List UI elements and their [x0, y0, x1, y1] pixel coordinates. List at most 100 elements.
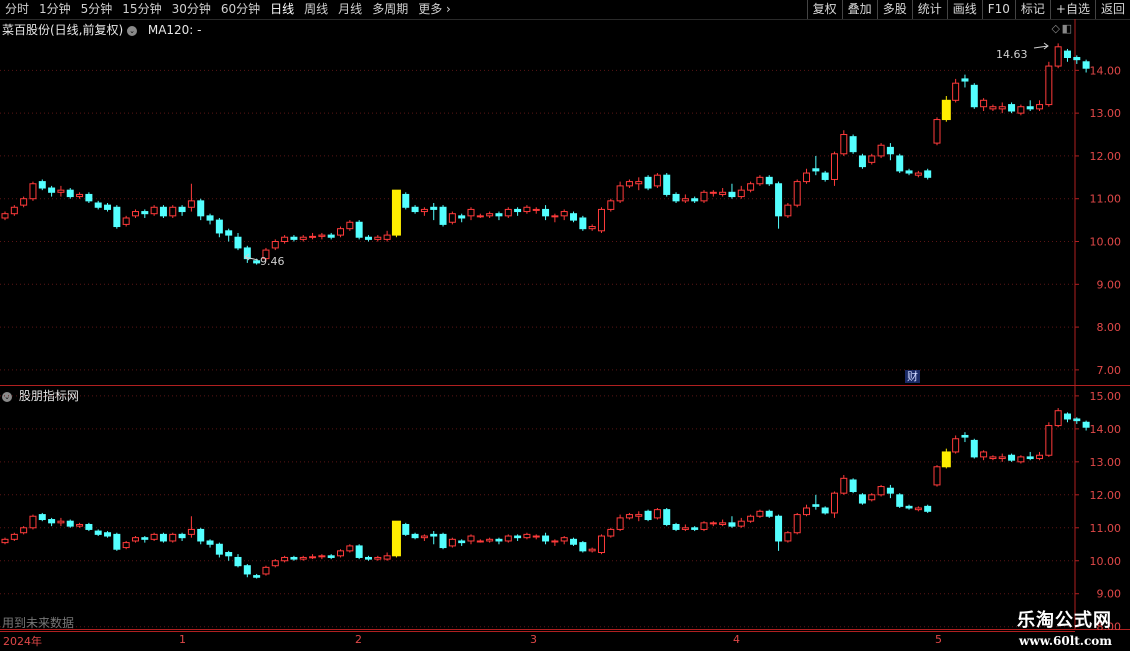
y-tick-label: 11.00 — [1090, 193, 1122, 206]
up-candle — [1045, 425, 1053, 456]
toolbar-button[interactable]: 多股 — [876, 0, 912, 19]
up-candle — [122, 542, 130, 549]
up-candle — [933, 466, 941, 486]
up-candle — [803, 507, 811, 516]
down-candle — [113, 206, 121, 228]
up-candle — [532, 208, 540, 211]
down-candle — [411, 533, 419, 539]
up-candle — [281, 556, 289, 562]
y-tick-label: 13.00 — [1090, 456, 1122, 469]
up-candle — [737, 189, 745, 198]
toolbar-button[interactable]: 叠加 — [841, 0, 877, 19]
up-candle — [20, 198, 28, 206]
up-candle — [10, 206, 18, 215]
up-candle — [532, 535, 540, 538]
down-candle — [644, 176, 652, 189]
up-candle — [1017, 456, 1025, 463]
period-tab[interactable]: 多周期 — [367, 0, 413, 19]
period-tab[interactable]: 1分钟 — [34, 0, 76, 19]
down-candle — [1073, 418, 1081, 422]
up-candle — [709, 522, 717, 525]
up-candle — [560, 211, 568, 217]
up-candle — [318, 234, 326, 237]
up-candle — [486, 538, 494, 542]
up-candle — [700, 522, 708, 530]
down-candle — [402, 193, 410, 208]
indicator-candlestick-chart[interactable]: 15.0014.0013.0012.0011.0010.009.008.00 — [0, 386, 1130, 630]
up-candle — [374, 236, 382, 240]
toolbar-button[interactable]: +自选 — [1049, 0, 1095, 19]
toolbar-button[interactable]: 复权 — [806, 0, 842, 19]
down-candle — [411, 206, 419, 213]
up-candle — [635, 181, 643, 185]
main-candlestick-chart[interactable]: 14.00 13.00 12.00 11.00 10.00 9.00 8.00 7.00 — [0, 19, 1130, 387]
up-candle — [914, 507, 922, 511]
period-tab[interactable]: 5分钟 — [76, 0, 118, 19]
finance-badge[interactable]: 财 — [905, 370, 920, 383]
toolbar-button[interactable]: F10 — [981, 0, 1015, 19]
up-candle — [476, 215, 484, 218]
signal-candle — [391, 189, 401, 236]
down-candle — [495, 538, 503, 542]
down-candle — [849, 479, 857, 493]
up-candle — [784, 204, 792, 217]
down-candle — [430, 533, 438, 537]
down-candle — [141, 537, 149, 540]
up-candle — [681, 198, 689, 202]
down-candle — [243, 565, 251, 575]
up-candle — [952, 82, 960, 101]
period-tab[interactable]: 月线 — [333, 0, 367, 19]
period-tab[interactable]: 15分钟 — [117, 0, 166, 19]
up-candle — [187, 528, 195, 535]
period-tab[interactable]: 30分钟 — [167, 0, 216, 19]
period-tab[interactable]: 分时 — [0, 0, 34, 19]
up-candle — [803, 172, 811, 183]
down-candle — [104, 532, 112, 537]
down-candle — [644, 510, 652, 521]
up-candle — [830, 492, 838, 514]
toolbar-button[interactable]: 返回 — [1094, 0, 1130, 19]
down-candle — [570, 538, 578, 545]
high-price-label: 14.63 — [996, 48, 1028, 61]
up-candle — [607, 528, 615, 537]
down-candle — [215, 543, 223, 555]
down-candle — [1008, 104, 1016, 112]
down-candle — [896, 155, 904, 172]
down-candle — [234, 236, 242, 249]
up-candle — [597, 208, 605, 232]
up-candle — [551, 215, 559, 218]
up-candle — [271, 241, 279, 249]
period-tab[interactable]: 更多 › — [413, 0, 456, 19]
down-candle — [402, 523, 410, 535]
toolbar-button[interactable]: 标记 — [1014, 0, 1050, 19]
toolbar-button[interactable]: 统计 — [911, 0, 947, 19]
up-candle — [20, 527, 28, 534]
period-tab[interactable]: 日线 — [265, 0, 299, 19]
up-candle — [980, 451, 988, 458]
low-price-label: 9.46 — [260, 255, 285, 268]
up-candle — [607, 200, 615, 210]
up-candle — [560, 537, 568, 542]
period-tab[interactable]: 周线 — [299, 0, 333, 19]
y-tick-label: 15.00 — [1090, 390, 1122, 403]
up-candle — [1045, 65, 1053, 106]
up-candle — [989, 106, 997, 110]
up-candle — [150, 206, 158, 215]
down-candle — [924, 505, 932, 512]
period-tabs: 分时 1分钟 5分钟 15分钟 30分钟 60分钟 日线 周线 月线 多周期 更多 › — [0, 0, 456, 19]
up-candle — [1, 213, 9, 219]
date-axis: 2024年 1 2 3 4 5 — [0, 631, 1075, 651]
up-candle — [980, 99, 988, 108]
down-candle — [178, 533, 186, 539]
down-candle — [514, 535, 522, 539]
up-candle — [299, 236, 307, 240]
down-candle — [858, 494, 866, 504]
toolbar-button[interactable]: 画线 — [946, 0, 982, 19]
period-tab[interactable]: 60分钟 — [216, 0, 265, 19]
down-candle — [691, 527, 699, 530]
y-tick-label: 12.00 — [1090, 489, 1122, 502]
watermark-title: 乐淘公式网 — [1017, 610, 1112, 631]
up-candle — [131, 537, 139, 542]
up-candle — [747, 183, 755, 191]
up-candle — [700, 191, 708, 202]
